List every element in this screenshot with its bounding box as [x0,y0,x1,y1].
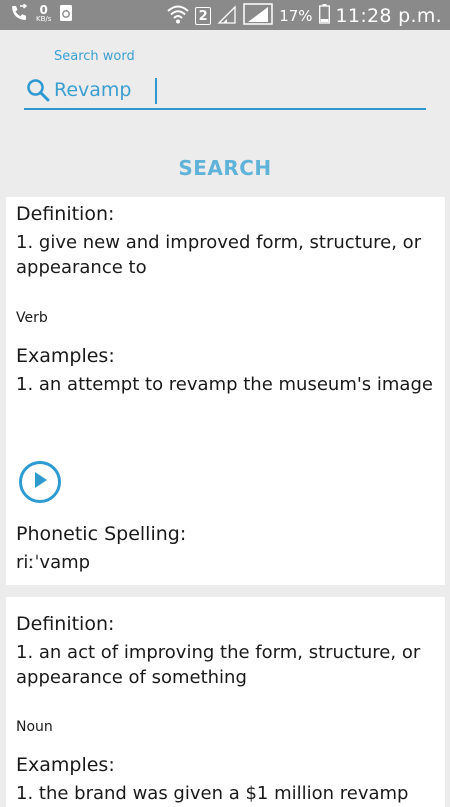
signal-icon [217,4,237,28]
status-bar: 0 KB/s 2 17% 11:28 p.m. [0,0,450,30]
example-text: 1. an attempt to revamp the museum's ima… [16,374,433,395]
definition-heading: Definition: [16,613,115,635]
examples-heading: Examples: [16,345,115,367]
net-speed: 0 KB/s [36,3,52,24]
definition-text: 1. an act of improving the form, structu… [16,642,421,688]
result-card: Definition: 1. give new and improved for… [6,197,445,585]
example-text: 1. the brand was given a $1 million reva… [16,783,409,804]
net-speed-value: 0 [39,3,48,17]
part-of-speech: Verb [16,310,48,326]
play-pronunciation-button[interactable] [19,461,61,503]
search-label: Search word [54,49,135,64]
battery-percent: 17% [279,7,313,25]
search-field[interactable] [24,74,426,110]
sim-slot-badge: 2 [195,7,212,25]
definition-heading: Definition: [16,203,115,225]
part-of-speech: Noun [16,719,53,735]
recycle-icon [59,4,73,26]
definition-text: 1. give new and improved form, structure… [16,232,422,278]
phonetic-heading: Phonetic Spelling: [16,523,187,545]
text-caret [155,78,157,104]
play-icon [32,471,48,493]
search-button[interactable]: SEARCH [0,150,450,186]
call-forward-icon [10,3,28,26]
phonetic-text: riːˈvamp [16,552,91,573]
search-input[interactable] [54,77,414,103]
battery-icon [318,4,330,28]
wifi-icon [167,4,189,28]
clock: 11:28 p.m. [335,5,442,27]
result-card: Definition: 1. an act of improving the f… [6,597,445,807]
examples-heading: Examples: [16,754,115,776]
net-speed-unit: KB/s [36,15,52,23]
signal-icon-2 [243,3,273,29]
search-icon [26,78,50,106]
